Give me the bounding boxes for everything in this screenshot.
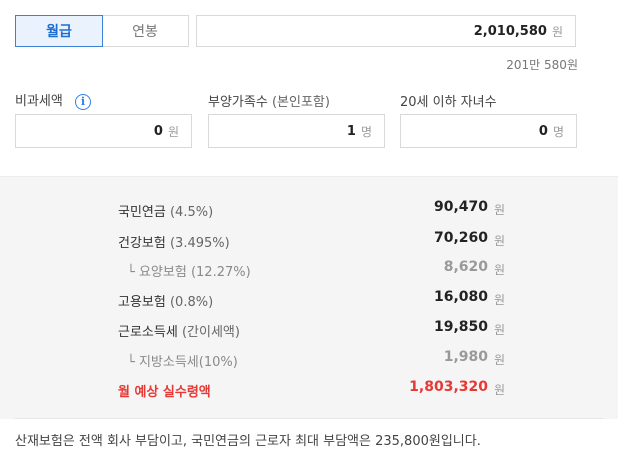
nontax-label-row: 비과세액 i [15, 90, 91, 110]
result-amount: 90,470 [433, 199, 488, 215]
result-amount: 8,620 [443, 259, 488, 275]
result-amount: 1,803,320 [409, 379, 488, 395]
nontax-input[interactable]: 0 원 [15, 114, 192, 148]
result-row-employment: 고용보험 (0.8%) 16,080 원 [0, 287, 618, 311]
children-input[interactable]: 0 명 [400, 114, 577, 148]
children-value: 0 [538, 123, 548, 139]
nontax-value: 0 [153, 123, 163, 139]
result-unit: 원 [494, 383, 506, 397]
results-panel: 국민연금 (4.5%) 90,470 원 건강보험 (3.495%) 70,26… [0, 176, 618, 419]
salary-readable: 201만 580원 [506, 58, 578, 72]
result-name: 월 예상 실수령액 [118, 385, 211, 400]
result-row-income-tax: 근로소득세 (간이세액) 19,850 원 [0, 317, 618, 341]
result-name: 국민연금 (4.5%) [118, 205, 214, 220]
dependents-value: 1 [346, 123, 356, 139]
result-unit: 원 [494, 353, 506, 367]
result-unit: 원 [494, 263, 506, 277]
salary-input[interactable]: 2,010,580 원 [196, 15, 576, 47]
dependents-input[interactable]: 1 명 [208, 114, 385, 148]
tab-monthly[interactable]: 월급 [15, 15, 103, 47]
salary-value: 2,010,580 [473, 23, 547, 39]
dependents-label-sub: (본인포함) [271, 95, 330, 110]
info-icon[interactable]: i [74, 93, 91, 110]
nontax-label: 비과세액 [15, 94, 63, 109]
footer-note: 산재보험은 전액 회사 부담이고, 국민연금의 근로자 최대 부담액은 235,… [15, 434, 481, 449]
result-unit: 원 [494, 234, 506, 248]
dependents-unit: 명 [360, 124, 372, 139]
result-row-pension: 국민연금 (4.5%) 90,470 원 [0, 197, 618, 221]
dependents-label-row: 부양가족수 (본인포함) [208, 91, 330, 110]
result-name: └ 요양보험 (12.27%) [127, 265, 251, 280]
result-name: └ 지방소득세(10%) [127, 355, 238, 370]
result-row-net-pay: 월 예상 실수령액 1,803,320 원 [0, 377, 618, 401]
tab-annual[interactable]: 연봉 [102, 16, 188, 46]
result-amount: 70,260 [433, 230, 488, 246]
result-unit: 원 [494, 323, 506, 337]
children-unit: 명 [552, 124, 564, 139]
result-name: 고용보험 (0.8%) [118, 295, 214, 310]
dependents-label: 부양가족수 [208, 95, 268, 110]
result-unit: 원 [494, 203, 506, 217]
children-label: 20세 이하 자녀수 [400, 95, 497, 110]
result-amount: 1,980 [443, 349, 488, 365]
salary-unit: 원 [551, 24, 563, 39]
salary-type-toggle: 월급 연봉 [15, 15, 189, 47]
result-amount: 19,850 [433, 319, 488, 335]
nontax-unit: 원 [167, 124, 179, 139]
result-name: 근로소득세 (간이세액) [118, 325, 240, 340]
sub-item-corner-icon: └ [127, 355, 135, 370]
result-row-longterm-care: └ 요양보험 (12.27%) 8,620 원 [0, 257, 618, 281]
sub-item-corner-icon: └ [127, 265, 135, 280]
result-unit: 원 [494, 293, 506, 307]
result-row-local-tax: └ 지방소득세(10%) 1,980 원 [0, 347, 618, 371]
divider [15, 418, 603, 419]
result-row-health: 건강보험 (3.495%) 70,260 원 [0, 228, 618, 252]
result-name: 건강보험 (3.495%) [118, 236, 230, 251]
result-amount: 16,080 [433, 289, 488, 305]
